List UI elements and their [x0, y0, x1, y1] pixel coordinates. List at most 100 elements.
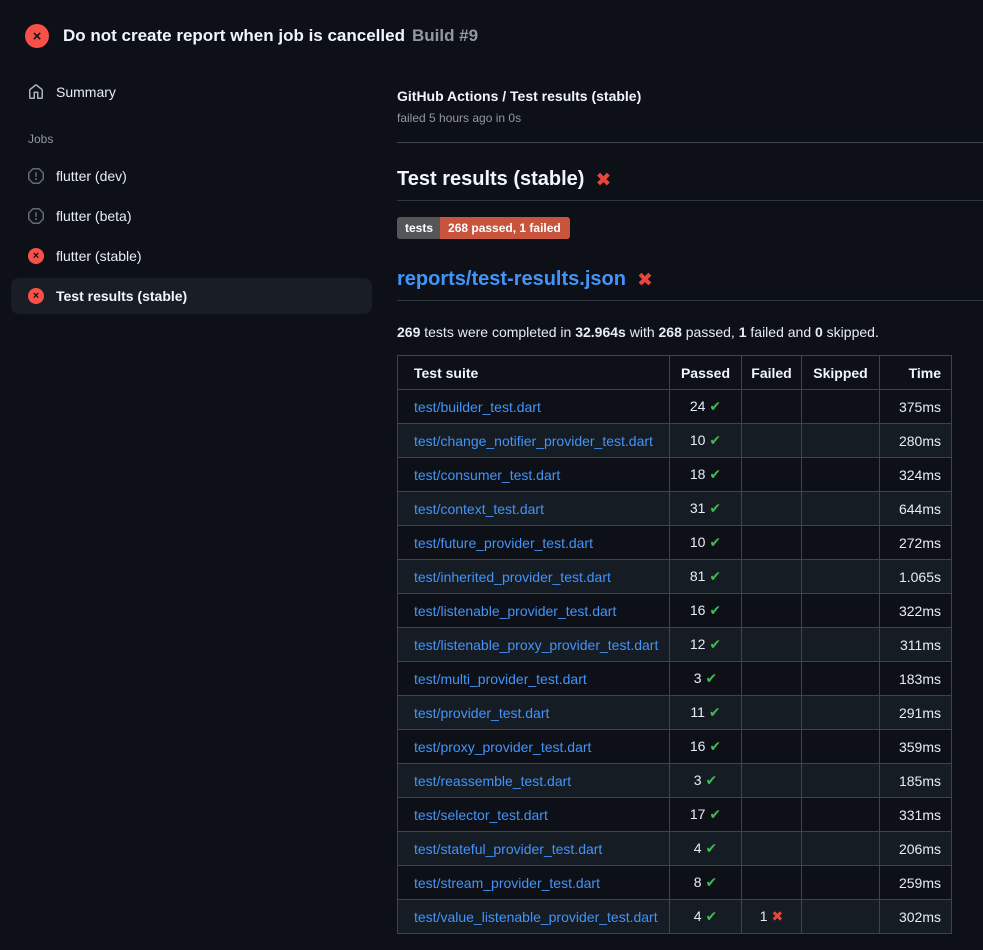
table-row: test/stream_provider_test.dart 8✔ 259ms [398, 866, 952, 900]
suite-link[interactable]: test/stream_provider_test.dart [414, 875, 600, 891]
time-value: 280ms [899, 433, 941, 449]
time-value: 291ms [899, 705, 941, 721]
sidebar-item-summary[interactable]: Summary [0, 82, 397, 102]
skipped-cell [802, 696, 880, 730]
time-value: 331ms [899, 807, 941, 823]
passed-cell: 81✔ [670, 560, 742, 594]
home-icon [28, 84, 44, 100]
check-icon: ✔ [709, 806, 721, 822]
suite-link[interactable]: test/change_notifier_provider_test.dart [414, 433, 653, 449]
divider [397, 142, 983, 143]
workflow-run-page: × Do not create report when job is cance… [0, 0, 983, 950]
passed-cell: 31✔ [670, 492, 742, 526]
suite-link[interactable]: test/inherited_provider_test.dart [414, 569, 611, 585]
time-value: 183ms [899, 671, 941, 687]
check-icon: ✔ [709, 738, 721, 754]
suite-link[interactable]: test/value_listenable_provider_test.dart [414, 909, 658, 925]
suite-cell: test/context_test.dart [398, 492, 670, 526]
passed-count: 31 [690, 500, 706, 516]
suite-link[interactable]: test/future_provider_test.dart [414, 535, 593, 551]
skipped-cell [802, 560, 880, 594]
skipped-cell [802, 492, 880, 526]
badge-value: 268 passed, 1 failed [440, 217, 570, 239]
suite-link[interactable]: test/multi_provider_test.dart [414, 671, 587, 687]
test-table-body: test/builder_test.dart24✔375mstest/chang… [398, 390, 952, 934]
time-cell: 259ms [880, 866, 952, 900]
suite-link[interactable]: test/reassemble_test.dart [414, 773, 571, 789]
suite-link[interactable]: test/provider_test.dart [414, 705, 549, 721]
suite-cell: test/inherited_provider_test.dart [398, 560, 670, 594]
sidebar-item-flutter-dev[interactable]: flutter (dev) [11, 158, 372, 194]
failed-cell [742, 560, 802, 594]
sidebar-item-flutter-stable[interactable]: × flutter (stable) [11, 238, 372, 274]
failed-cell [742, 628, 802, 662]
time-cell: 291ms [880, 696, 952, 730]
suite-cell: test/listenable_provider_test.dart [398, 594, 670, 628]
suite-cell: test/listenable_proxy_provider_test.dart [398, 628, 670, 662]
test-results-table: Test suite Passed Failed Skipped Time te… [397, 355, 952, 934]
suite-cell: test/proxy_provider_test.dart [398, 730, 670, 764]
passed-cell: 16✔ [670, 594, 742, 628]
time-cell: 644ms [880, 492, 952, 526]
passed-cell: 10✔ [670, 424, 742, 458]
summary-number: 32.964s [575, 324, 626, 340]
report-file-link[interactable]: reports/test-results.json [397, 268, 626, 291]
suite-cell: test/selector_test.dart [398, 798, 670, 832]
suite-link[interactable]: test/builder_test.dart [414, 399, 541, 415]
failed-cross-icon: ✖ [595, 169, 611, 192]
passed-count: 81 [690, 568, 706, 584]
suite-link[interactable]: test/proxy_provider_test.dart [414, 739, 591, 755]
failed-cell [742, 730, 802, 764]
time-value: 322ms [899, 603, 941, 619]
check-icon: ✔ [706, 772, 718, 788]
suite-cell: test/stateful_provider_test.dart [398, 832, 670, 866]
job-label: flutter (dev) [56, 168, 127, 184]
failed-cell: 1✖ [742, 900, 802, 934]
suite-link[interactable]: test/context_test.dart [414, 501, 544, 517]
time-value: 1.065s [899, 569, 941, 585]
header-failed: Failed [742, 356, 802, 390]
passed-count: 8 [694, 874, 702, 890]
header-skipped: Skipped [802, 356, 880, 390]
suite-link[interactable]: test/stateful_provider_test.dart [414, 841, 602, 857]
suite-cell: test/stream_provider_test.dart [398, 866, 670, 900]
suite-link[interactable]: test/selector_test.dart [414, 807, 548, 823]
failed-cell [742, 594, 802, 628]
time-cell: 359ms [880, 730, 952, 764]
summary-sentence: 269 tests were completed in 32.964s with… [397, 322, 983, 342]
section-title-text: Test results (stable) [397, 168, 584, 191]
table-row: test/reassemble_test.dart3✔185ms [398, 764, 952, 798]
summary-text: failed and [747, 324, 816, 340]
passed-count: 16 [690, 738, 706, 754]
table-row: test/listenable_proxy_provider_test.dart… [398, 628, 952, 662]
skipped-cell [802, 424, 880, 458]
failed-cell [742, 798, 802, 832]
summary-number: 268 [659, 324, 682, 340]
time-cell: 375ms [880, 390, 952, 424]
suite-cell: test/consumer_test.dart [398, 458, 670, 492]
passed-count: 3 [694, 670, 702, 686]
table-row: test/stateful_provider_test.dart4✔206ms [398, 832, 952, 866]
suite-link[interactable]: test/listenable_proxy_provider_test.dart [414, 637, 658, 653]
run-title-line: Do not create report when job is cancell… [63, 26, 478, 46]
breadcrumb: GitHub Actions / Test results (stable) [397, 88, 983, 104]
sidebar-item-flutter-beta[interactable]: flutter (beta) [11, 198, 372, 234]
skipped-cell [802, 390, 880, 424]
header-test-suite: Test suite [398, 356, 670, 390]
failed-cell [742, 492, 802, 526]
skipped-cell [802, 900, 880, 934]
sidebar-item-test-results-stable[interactable]: × Test results (stable) [11, 278, 372, 314]
passed-cell: 3✔ [670, 662, 742, 696]
table-row: test/listenable_provider_test.dart 16✔ 322… [398, 594, 952, 628]
table-row: test/consumer_test.dart18✔324ms [398, 458, 952, 492]
passed-cell: 8✔ [670, 866, 742, 900]
suite-link[interactable]: test/consumer_test.dart [414, 467, 560, 483]
jobs-section-label: Jobs [28, 132, 397, 146]
failed-cell [742, 764, 802, 798]
suite-cell: test/future_provider_test.dart [398, 526, 670, 560]
suite-link[interactable]: test/listenable_provider_test.dart [414, 603, 616, 619]
passed-cell: 10✔ [670, 526, 742, 560]
x-circle-icon: × [28, 288, 44, 304]
failed-count: 1 [760, 908, 768, 924]
cancelled-icon [28, 208, 44, 224]
